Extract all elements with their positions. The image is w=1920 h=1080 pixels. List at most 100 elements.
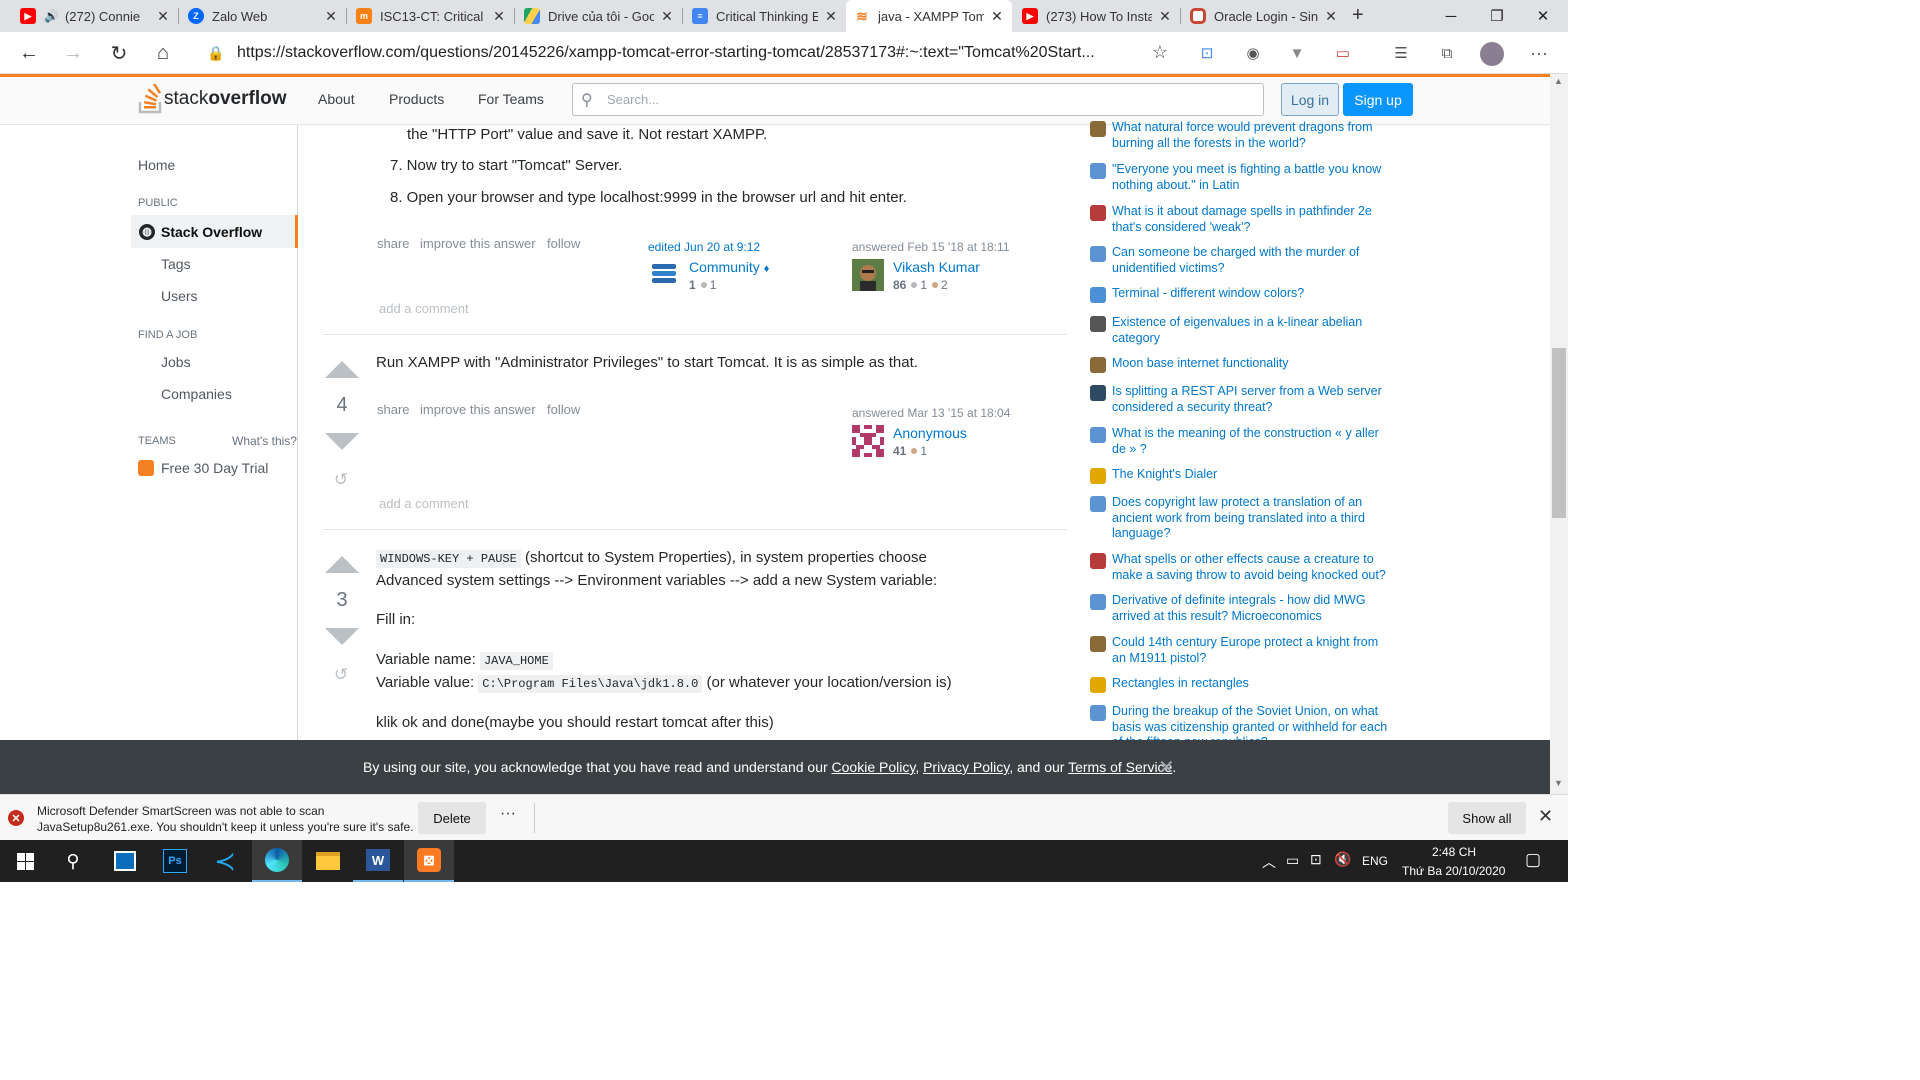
photoshop-icon[interactable]: Ps xyxy=(150,840,200,882)
file-explorer-icon[interactable] xyxy=(303,840,353,882)
hot-question-item[interactable]: Existence of eigenvalues in a k-linear a… xyxy=(1090,315,1390,346)
extension-v-icon[interactable]: ▼ xyxy=(1286,42,1308,64)
downvote-arrow-icon[interactable] xyxy=(325,628,359,645)
nav-about[interactable]: About xyxy=(318,91,355,107)
tab-stackoverflow-active[interactable]: ≋ java - XAMPP Tom ✕ xyxy=(846,0,1012,32)
tab-youtube-install[interactable]: ▶ (273) How To Insta ✕ xyxy=(1014,0,1180,32)
mstore-icon[interactable] xyxy=(100,840,150,882)
hot-question-item[interactable]: "Everyone you meet is fighting a battle … xyxy=(1090,162,1390,193)
hot-question-item[interactable]: Rectangles in rectangles xyxy=(1090,676,1390,693)
hot-question-item[interactable]: Derivative of definite integrals - how d… xyxy=(1090,593,1390,624)
sidebar-item-jobs[interactable]: Jobs xyxy=(161,354,191,370)
collections-icon[interactable]: ⧉ xyxy=(1436,42,1458,64)
teams-whats-this-link[interactable]: What's this? xyxy=(232,434,297,448)
hot-question-item[interactable]: What spells or other effects cause a cre… xyxy=(1090,552,1390,583)
community-avatar[interactable] xyxy=(652,262,684,294)
sidebar-item-stack-overflow[interactable]: ◍ Stack Overflow xyxy=(131,215,298,248)
close-tab-icon[interactable]: ✕ xyxy=(990,8,1004,25)
search-icon[interactable]: ⚲ xyxy=(48,840,98,882)
delete-download-button[interactable]: Delete xyxy=(418,802,486,834)
hot-question-item[interactable]: Does copyright law protect a translation… xyxy=(1090,495,1390,542)
vscode-icon[interactable]: ≺ xyxy=(200,840,250,882)
downvote-arrow-icon[interactable] xyxy=(325,433,359,450)
community-user-link[interactable]: Community ♦ xyxy=(689,259,769,275)
page-scrollbar[interactable]: ▲ ▼ xyxy=(1550,74,1568,794)
answer1-share-link[interactable]: share xyxy=(377,236,410,251)
word-icon[interactable]: W xyxy=(353,840,403,882)
cookie-close-icon[interactable]: ✕ xyxy=(1158,755,1175,780)
network-icon[interactable]: ⊡ xyxy=(1310,851,1322,868)
scrollbar-thumb[interactable] xyxy=(1552,348,1566,518)
close-tab-icon[interactable]: ✕ xyxy=(660,8,674,25)
free-trial-link[interactable]: Free 30 Day Trial xyxy=(161,460,268,476)
close-window-icon[interactable]: ✕ xyxy=(1520,0,1566,32)
minimize-icon[interactable]: ─ xyxy=(1428,0,1474,32)
hot-question-link[interactable]: Terminal - different window colors? xyxy=(1112,286,1388,303)
close-tab-icon[interactable]: ✕ xyxy=(824,8,838,25)
hot-question-link[interactable]: Rectangles in rectangles xyxy=(1112,676,1388,693)
tab-youtube-connie[interactable]: ▶ 🔊 (272) Connie ✕ xyxy=(12,0,178,32)
login-button[interactable]: Log in xyxy=(1281,83,1339,116)
hot-question-link[interactable]: What is the meaning of the construction … xyxy=(1112,426,1388,457)
answer2-follow-link[interactable]: follow xyxy=(547,402,580,417)
address-bar[interactable]: 🔒 https://stackoverflow.com/questions/20… xyxy=(195,37,1178,69)
hot-question-item[interactable]: During the breakup of the Soviet Union, … xyxy=(1090,704,1390,740)
favorite-star-icon[interactable]: ☆ xyxy=(1152,42,1168,63)
clock-date[interactable]: Thứ Ba 20/10/2020 xyxy=(1402,864,1505,878)
upvote-arrow-icon[interactable] xyxy=(325,556,359,573)
answer2-share-link[interactable]: share xyxy=(377,402,410,417)
hot-question-link[interactable]: What natural force would prevent dragons… xyxy=(1112,120,1388,151)
windows-start-icon[interactable] xyxy=(0,840,50,882)
input-language[interactable]: ENG xyxy=(1362,854,1388,868)
hot-question-link[interactable]: What is it about damage spells in pathfi… xyxy=(1112,204,1388,235)
clock-time[interactable]: 2:48 CH xyxy=(1432,845,1476,859)
history-icon[interactable]: ↺ xyxy=(332,471,350,489)
notifications-icon[interactable]: ▢ xyxy=(1525,850,1541,870)
answer1-add-comment[interactable]: add a comment xyxy=(379,301,469,316)
hot-question-item[interactable]: What is the meaning of the construction … xyxy=(1090,426,1390,457)
cookie-policy-link[interactable]: Cookie Policy xyxy=(832,759,916,775)
sidebar-item-home[interactable]: Home xyxy=(138,157,175,173)
vikash-kumar-avatar[interactable] xyxy=(852,259,884,291)
url-text[interactable]: https://stackoverflow.com/questions/2014… xyxy=(237,44,1137,62)
close-tab-icon[interactable]: ✕ xyxy=(324,8,338,25)
answer2-add-comment[interactable]: add a comment xyxy=(379,496,469,511)
tab-google-drive[interactable]: Drive của tôi - Goo ✕ xyxy=(516,0,682,32)
battery-icon[interactable]: ▭ xyxy=(1286,852,1299,869)
hot-question-item[interactable]: Terminal - different window colors? xyxy=(1090,286,1390,303)
extension-calendar-icon[interactable]: ▭ xyxy=(1332,42,1354,64)
profile-avatar[interactable] xyxy=(1480,42,1504,66)
hot-question-item[interactable]: What natural force would prevent dragons… xyxy=(1090,120,1390,151)
close-tab-icon[interactable]: ✕ xyxy=(492,8,506,25)
back-icon[interactable]: ← xyxy=(14,38,44,68)
stackoverflow-logo[interactable]: stack overflow xyxy=(138,83,286,115)
upvote-arrow-icon[interactable] xyxy=(325,361,359,378)
hot-question-link[interactable]: Derivative of definite integrals - how d… xyxy=(1112,593,1388,624)
hot-question-link[interactable]: What spells or other effects cause a cre… xyxy=(1112,552,1388,583)
extension-icon[interactable]: ◉ xyxy=(1242,42,1264,64)
anonymous-user-link[interactable]: Anonymous xyxy=(893,425,967,441)
vikash-kumar-user-link[interactable]: Vikash Kumar xyxy=(893,259,980,275)
hot-question-link[interactable]: Moon base internet functionality xyxy=(1112,356,1388,373)
audio-icon[interactable]: 🔊 xyxy=(44,9,59,23)
answer1-edited-link[interactable]: edited Jun 20 at 9:12 xyxy=(648,240,760,254)
answer1-improve-link[interactable]: improve this answer xyxy=(420,236,536,251)
home-icon[interactable]: ⌂ xyxy=(148,38,178,68)
privacy-policy-link[interactable]: Privacy Policy xyxy=(923,759,1009,775)
hot-question-item[interactable]: Can someone be charged with the murder o… xyxy=(1090,245,1390,276)
lock-icon[interactable]: 🔒 xyxy=(207,45,227,62)
hot-question-item[interactable]: Could 14th century Europe protect a knig… xyxy=(1090,635,1390,666)
nav-for-teams[interactable]: For Teams xyxy=(478,91,544,107)
terms-of-service-link[interactable]: Terms of Service xyxy=(1068,759,1172,775)
refresh-icon[interactable]: ↻ xyxy=(104,38,134,68)
close-tab-icon[interactable]: ✕ xyxy=(156,8,170,25)
hot-question-item[interactable]: The Knight's Dialer xyxy=(1090,467,1390,484)
hot-question-link[interactable]: Could 14th century Europe protect a knig… xyxy=(1112,635,1388,666)
show-hidden-icons-icon[interactable]: ︿ xyxy=(1262,852,1276,872)
history-icon[interactable]: ↺ xyxy=(332,666,350,684)
hot-question-link[interactable]: The Knight's Dialer xyxy=(1112,467,1388,484)
signup-button[interactable]: Sign up xyxy=(1343,83,1413,116)
search-box[interactable]: ⚲ xyxy=(572,83,1264,116)
sidebar-item-users[interactable]: Users xyxy=(161,288,198,304)
hot-question-link[interactable]: Existence of eigenvalues in a k-linear a… xyxy=(1112,315,1388,346)
